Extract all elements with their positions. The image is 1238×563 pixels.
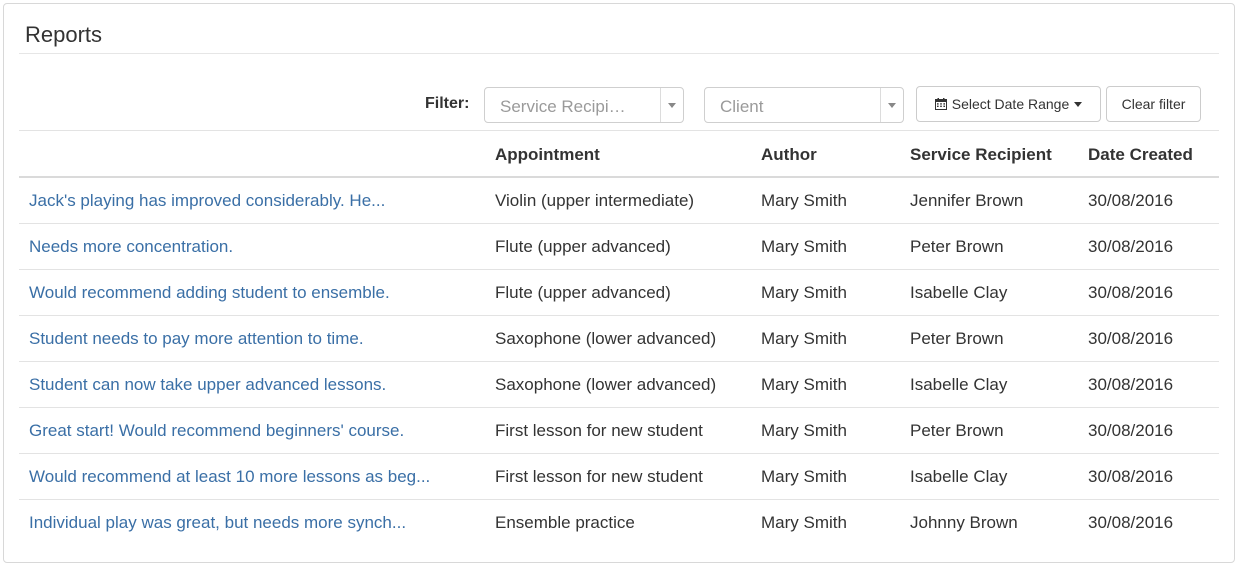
- service-recipient-cell: Isabelle Clay: [910, 375, 1008, 394]
- author-cell: Mary Smith: [761, 467, 847, 486]
- appointment-cell: Flute (upper advanced): [495, 237, 671, 256]
- report-link[interactable]: Student needs to pay more attention to t…: [29, 329, 364, 349]
- column-header-service-recipient[interactable]: Service Recipient: [910, 145, 1052, 165]
- author-cell: Mary Smith: [761, 191, 847, 210]
- table-row: Would recommend at least 10 more lessons…: [19, 454, 1219, 500]
- table-row: Needs more concentration. Flute (upper ad…: [19, 224, 1219, 270]
- title-divider: [19, 53, 1219, 54]
- service-recipient-cell: Isabelle Clay: [910, 283, 1008, 302]
- column-header-author[interactable]: Author: [761, 145, 817, 165]
- service-recipient-cell: Peter Brown: [910, 237, 1004, 256]
- table-row: Individual play was great, but needs mor…: [19, 500, 1219, 546]
- report-link[interactable]: Individual play was great, but needs mor…: [29, 513, 406, 533]
- service-recipient-select[interactable]: Service Recipi…: [484, 87, 684, 123]
- date-created-cell: 30/08/2016: [1088, 191, 1174, 210]
- date-range-label: Select Date Range: [951, 96, 1070, 112]
- appointment-cell: Violin (upper intermediate): [495, 191, 695, 210]
- page-title: Reports: [25, 22, 103, 47]
- column-header-appointment[interactable]: Appointment: [495, 145, 600, 165]
- appointment-cell: First lesson for new student: [495, 467, 703, 486]
- service-recipient-cell: Peter Brown: [910, 329, 1004, 348]
- report-link[interactable]: Jack's playing has improved considerably…: [29, 191, 385, 211]
- chevron-down-icon: [888, 103, 896, 108]
- report-link[interactable]: Great start! Would recommend beginners' …: [29, 421, 404, 441]
- date-created-cell: 30/08/2016: [1088, 283, 1174, 302]
- table-row: Great start! Would recommend beginners' …: [19, 408, 1219, 454]
- service-recipient-cell: Jennifer Brown: [910, 191, 1024, 210]
- date-created-cell: 30/08/2016: [1088, 421, 1174, 440]
- author-cell: Mary Smith: [761, 237, 847, 256]
- date-created-cell: 30/08/2016: [1088, 237, 1174, 256]
- author-cell: Mary Smith: [761, 375, 847, 394]
- client-select[interactable]: Client: [704, 87, 904, 123]
- author-cell: Mary Smith: [761, 513, 847, 532]
- author-cell: Mary Smith: [761, 283, 847, 302]
- author-cell: Mary Smith: [761, 421, 847, 440]
- table-row: Jack's playing has improved considerably…: [19, 178, 1219, 224]
- report-link[interactable]: Needs more concentration.: [29, 237, 233, 257]
- date-created-cell: 30/08/2016: [1088, 513, 1174, 532]
- table-row: Student needs to pay more attention to t…: [19, 316, 1219, 362]
- report-link[interactable]: Student can now take upper advanced less…: [29, 375, 386, 395]
- table-top-divider: [19, 130, 1219, 131]
- date-created-cell: 30/08/2016: [1088, 329, 1174, 348]
- appointment-cell: Flute (upper advanced): [495, 283, 671, 302]
- table-row: Would recommend adding student to ensemb…: [19, 270, 1219, 316]
- date-range-button[interactable]: Select Date Range: [916, 86, 1101, 122]
- client-dropdown-toggle[interactable]: [880, 88, 903, 122]
- appointment-cell: First lesson for new student: [495, 421, 703, 440]
- service-recipient-dropdown-toggle[interactable]: [660, 88, 683, 122]
- service-recipient-cell: Isabelle Clay: [910, 467, 1008, 486]
- appointment-cell: Saxophone (lower advanced): [495, 375, 717, 394]
- date-created-cell: 30/08/2016: [1088, 467, 1174, 486]
- chevron-down-icon: [668, 103, 676, 108]
- clear-filter-button[interactable]: Clear filter: [1106, 86, 1201, 122]
- appointment-cell: Ensemble practice: [495, 513, 635, 532]
- column-header-date-created[interactable]: Date Created: [1088, 145, 1193, 165]
- service-recipient-placeholder: Service Recipi…: [500, 97, 626, 116]
- filter-label: Filter:: [425, 95, 470, 112]
- date-created-cell: 30/08/2016: [1088, 375, 1174, 394]
- report-link[interactable]: Would recommend adding student to ensemb…: [29, 283, 390, 303]
- calendar-icon: [934, 98, 947, 110]
- table-row: Student can now take upper advanced less…: [19, 362, 1219, 408]
- service-recipient-cell: Johnny Brown: [910, 513, 1018, 532]
- appointment-cell: Saxophone (lower advanced): [495, 329, 717, 348]
- author-cell: Mary Smith: [761, 329, 847, 348]
- caret-down-icon: [1074, 101, 1083, 107]
- report-link[interactable]: Would recommend at least 10 more lessons…: [29, 467, 430, 487]
- client-placeholder: Client: [720, 97, 764, 116]
- service-recipient-cell: Peter Brown: [910, 421, 1004, 440]
